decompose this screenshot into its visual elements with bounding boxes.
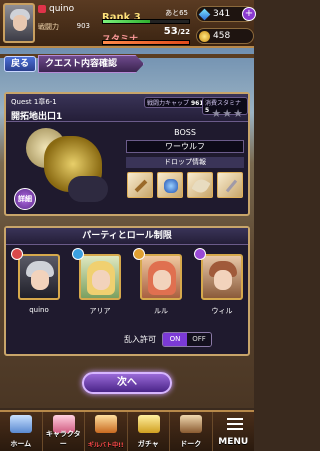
staff-icon[interactable] <box>217 172 243 198</box>
role-icon <box>133 248 145 260</box>
power-label: 戦闘力 <box>38 23 59 31</box>
party-title: パーティとロール制限 <box>6 228 248 245</box>
rank-progress-bar <box>102 19 190 24</box>
party-member[interactable]: ルル <box>133 248 186 320</box>
rank-row: Rank 3 あと65 <box>102 5 190 24</box>
stamina-row: スタミナ 53/22 <box>102 26 190 46</box>
intrusion-setting: 乱入許可 ON OFF <box>124 332 212 347</box>
drop-list <box>127 172 243 198</box>
gem-icon <box>198 8 211 21</box>
back-button[interactable]: 戻る <box>4 56 36 72</box>
feather-icon[interactable] <box>187 172 213 198</box>
heart-icon <box>38 5 46 13</box>
gem-counter: 341 + <box>196 6 256 22</box>
coin-value: 458 <box>213 31 231 41</box>
next-button[interactable]: 次へ <box>82 372 172 394</box>
role-icon <box>11 248 23 260</box>
arrows-icon[interactable] <box>127 172 153 198</box>
nav-talk[interactable]: ドーク <box>170 412 213 451</box>
role-icon <box>72 248 84 260</box>
boss-name: ワーウルフ <box>126 140 244 153</box>
coin-counter: 458 <box>196 28 254 44</box>
stamina-bar <box>102 40 190 45</box>
quest-id: Quest 1章6-1 <box>11 98 57 106</box>
power-cap-tag: 戦闘力キャップ 961 <box>144 97 207 108</box>
talk-icon <box>180 415 202 433</box>
coin-icon <box>199 31 210 42</box>
boss-label: BOSS <box>174 128 196 137</box>
menu-icon <box>226 418 243 430</box>
gem-value: 341 <box>213 9 231 19</box>
quest-header: Quest 1章6-1 開拓地出口1 戦闘力キャップ 961 消費スタミナ 5 … <box>6 94 248 122</box>
intrusion-label: 乱入許可 <box>124 335 156 344</box>
power-row: 戦闘力 903 <box>38 22 90 32</box>
page-title: クエスト内容確認 <box>38 55 144 73</box>
player-name: quino <box>49 4 75 14</box>
party-members: quino アリア ルル ウィル <box>11 248 247 320</box>
quest-panel: Quest 1章6-1 開拓地出口1 戦闘力キャップ 961 消費スタミナ 5 … <box>4 92 250 216</box>
player-avatar[interactable] <box>3 3 35 43</box>
party-member[interactable]: ウィル <box>194 248 247 320</box>
member-name: アリア <box>89 307 111 315</box>
home-icon <box>10 415 32 433</box>
nav-gacha[interactable]: ガチャ <box>128 412 170 451</box>
blue-gem-icon[interactable] <box>157 172 183 198</box>
nav-home[interactable]: ホーム <box>0 412 43 451</box>
role-icon <box>194 248 206 260</box>
member-name: ウィル <box>211 307 233 315</box>
add-gems-button[interactable]: + <box>242 7 256 21</box>
detail-button[interactable]: 詳細 <box>14 188 36 210</box>
stamina-value: 53/22 <box>163 26 190 37</box>
member-name: ルル <box>154 307 168 315</box>
rank-next-label: あと65 <box>165 9 188 17</box>
toggle-off[interactable]: OFF <box>187 333 211 346</box>
party-member[interactable]: quino <box>11 248 64 320</box>
gacha-icon <box>137 415 160 433</box>
nav-character[interactable]: キャラクター <box>43 412 85 451</box>
intrusion-toggle[interactable]: ON OFF <box>162 332 212 347</box>
status-bar: quino 戦闘力 903 Rank 3 あと65 スタミナ 53/22 341… <box>0 0 256 48</box>
star-rating: ★★★ <box>211 107 244 120</box>
player-name-row: quino <box>38 4 74 14</box>
party-member[interactable]: アリア <box>72 248 125 320</box>
party-panel: パーティとロール制限 quino アリア ルル ウィル 乱入許可 ON OFF <box>4 226 250 356</box>
power-value: 903 <box>76 22 90 30</box>
nav-menu[interactable]: MENU <box>213 412 255 451</box>
member-name: quino <box>29 306 49 314</box>
nav-guild-battle[interactable]: ギルバト中!! <box>85 412 128 451</box>
bottom-nav: ホーム キャラクター ギルバト中!! ガチャ ドーク MENU <box>0 410 254 451</box>
toggle-on[interactable]: ON <box>163 333 187 346</box>
crossed-swords-icon <box>95 415 117 433</box>
quest-name: 開拓地出口1 <box>11 112 63 122</box>
drop-info-label: ドロップ情報 <box>126 157 244 168</box>
